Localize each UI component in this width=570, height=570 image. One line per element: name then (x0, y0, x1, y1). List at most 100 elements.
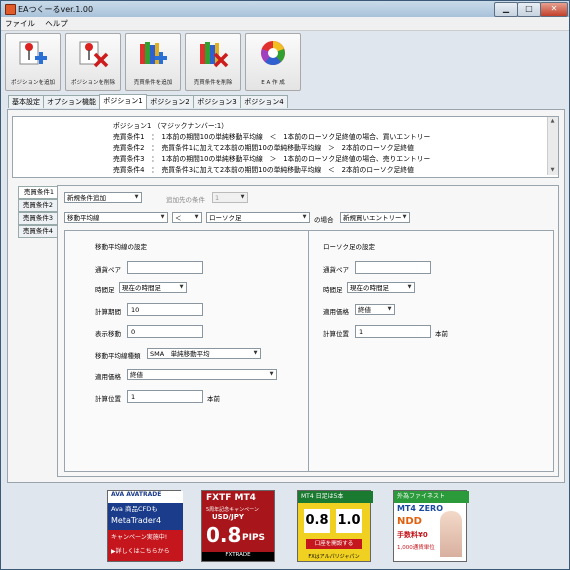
books-add-icon (140, 42, 167, 64)
ad-fxtf[interactable]: FXTF MT4 5周年記念キャンペーン USD/JPY 0.8 PIPS FX… (201, 490, 275, 562)
ma-type-value: SMA 単純移動平均 (150, 350, 210, 358)
add-condition-button[interactable]: 売買条件を追加 (125, 33, 181, 91)
position-label: 計算位置 (95, 395, 121, 403)
create-ea-button[interactable]: E A 作 成 (245, 33, 301, 91)
ad-line: MT4 ZERO (397, 504, 443, 513)
left-pair-input[interactable] (127, 261, 203, 274)
add-position-label: ポジションを追加 (10, 80, 55, 86)
delete-position-label: ポジションを削除 (70, 80, 115, 86)
right-settings-panel: ローソク足の設定 通貨ペア 時間足 現在の時間足 ▼ 適用価格 終値 ▼ 計算位… (308, 230, 554, 472)
tab-position-1[interactable]: ポジション1 (99, 94, 147, 109)
side-tab-condition-1[interactable]: 売買条件1 (18, 186, 59, 199)
ma-type-label: 移動平均線種類 (95, 352, 141, 360)
close-button[interactable]: ✕ (540, 2, 568, 17)
add-position-button[interactable]: ポジションを追加 (5, 33, 61, 91)
side-tab-condition-2[interactable]: 売買条件2 (18, 199, 58, 212)
menu-file[interactable]: ファイル (1, 17, 39, 30)
ad-alpari[interactable]: MT4 日足は5本 0.8 1.0 口座を開設する FXはアルパリジャパン (297, 490, 373, 562)
ad-line: FXはアルパリジャパン (308, 554, 360, 560)
scrollbar[interactable]: ▲ ▼ (547, 117, 558, 175)
ad-line: ▶詳しくはこちらから (108, 546, 183, 561)
condition-summary[interactable]: ポジション1 （マジックナンバー:1） 売買条件1 ： 1本前の期間10の単純移… (12, 116, 559, 178)
summary-line: 売買条件3 ： 1本前の期間10の単純移動平均線 ＞ 1本前のローソク足終値の場… (113, 155, 431, 163)
chevron-down-icon: ▼ (194, 214, 199, 220)
toolbar: ポジションを追加 ポジションを削除 売買条件を追加 売買条件を削除 E A 作 … (5, 33, 567, 93)
price-label: 適用価格 (323, 308, 349, 316)
ad-line: Ava 商品CFDも (108, 503, 183, 516)
condition-type-select[interactable]: 新規条件追加 ▼ (64, 192, 142, 203)
create-ea-label: E A 作 成 (261, 80, 285, 86)
tab-position-4[interactable]: ポジション4 (240, 95, 288, 108)
scroll-up-icon[interactable]: ▲ (549, 118, 556, 125)
tab-options[interactable]: オプション機能 (43, 95, 100, 108)
ad-line: FXTRADE (202, 552, 274, 561)
action-value: 新規買いエントリー (343, 214, 402, 222)
left-timeframe-value: 現在の時間足 (122, 284, 161, 292)
left-settings-panel: 移動平均線の設定 通貨ペア 時間足 現在の時間足 ▼ 計算期間 10 表示移動 … (64, 230, 310, 472)
menu-help[interactable]: ヘルプ (41, 17, 72, 30)
right-indicator-select[interactable]: ローソク足 ▼ (206, 212, 310, 223)
left-shift-input[interactable]: 0 (127, 325, 203, 338)
left-settings-title: 移動平均線の設定 (95, 243, 147, 251)
ad-line: NDD (397, 516, 422, 527)
maximize-button[interactable]: □ (517, 2, 541, 17)
app-window: EAつくーるver.1.00 ▁ □ ✕ ファイル ヘルプ ポジションを追加 ポ… (0, 0, 570, 570)
period-label: 計算期間 (95, 308, 121, 316)
condition-panel: 新規条件追加 ▼ 追加先の条件 1 ▼ 移動平均線 ▼ ＜ ▼ ローソク足 ▼ … (57, 185, 559, 477)
pin-add-icon (19, 41, 47, 65)
position-unit: 本前 (435, 330, 448, 338)
timeframe-label: 時間足 (95, 286, 115, 294)
pin-delete-icon (79, 41, 109, 68)
chevron-down-icon: ▼ (269, 371, 274, 377)
left-period-input[interactable]: 10 (127, 303, 203, 316)
target-condition-select[interactable]: 1 ▼ (212, 192, 248, 203)
position-label: 計算位置 (323, 330, 349, 338)
right-timeframe-select[interactable]: 現在の時間足 ▼ (347, 282, 415, 293)
left-price-select[interactable]: 終値 ▼ (127, 369, 277, 380)
ma-type-select[interactable]: SMA 単純移動平均 ▼ (147, 348, 261, 359)
ad-line: PIPS (242, 533, 266, 543)
tab-position-2[interactable]: ポジション2 (146, 95, 194, 108)
title-bar[interactable]: EAつくーるver.1.00 ▁ □ ✕ (1, 1, 569, 17)
action-select[interactable]: 新規買いエントリー ▼ (340, 212, 410, 223)
right-position-input[interactable]: 1 (355, 325, 431, 338)
side-tab-condition-4[interactable]: 売買条件4 (18, 225, 58, 238)
left-position-input[interactable]: 1 (127, 390, 203, 403)
right-price-value: 終値 (358, 306, 371, 314)
right-pair-input[interactable] (355, 261, 431, 274)
ad-line: 0.8 (206, 523, 242, 547)
ad-avatrade[interactable]: AVA AVATRADE Ava 商品CFDも MetaTrader4 キャンペ… (107, 490, 183, 562)
ad-line: キャンペーン実施中! (108, 530, 183, 546)
chevron-down-icon: ▼ (253, 350, 258, 356)
delete-condition-label: 売買条件を削除 (193, 80, 233, 86)
right-indicator-value: ローソク足 (209, 214, 242, 222)
delete-position-button[interactable]: ポジションを削除 (65, 33, 121, 91)
shift-label: 表示移動 (95, 330, 121, 338)
left-timeframe-select[interactable]: 現在の時間足 ▼ (119, 282, 187, 293)
menu-bar: ファイル ヘルプ (1, 17, 569, 31)
ad-model-image (440, 511, 462, 557)
delete-condition-button[interactable]: 売買条件を削除 (185, 33, 241, 91)
add-condition-label: 売買条件を追加 (133, 80, 173, 86)
tab-basic-settings[interactable]: 基本設定 (8, 95, 44, 108)
ad-line: USD/JPY (212, 513, 244, 521)
side-tab-condition-3[interactable]: 売買条件3 (18, 212, 58, 225)
window-title: EAつくーるver.1.00 (18, 5, 94, 14)
ad-line: AVA AVATRADE (108, 491, 183, 503)
ad-line: 外為ファイネスト (394, 491, 469, 503)
summary-line: ポジション1 （マジックナンバー:1） (113, 122, 229, 130)
timeframe-label: 時間足 (323, 286, 343, 294)
left-indicator-select[interactable]: 移動平均線 ▼ (64, 212, 168, 223)
tab-position-3[interactable]: ポジション3 (193, 95, 241, 108)
scroll-down-icon[interactable]: ▼ (549, 167, 556, 174)
pair-label: 通貨ペア (95, 266, 121, 274)
app-icon (5, 4, 16, 15)
ad-finest[interactable]: 外為ファイネスト MT4 ZERO NDD 手数料¥0 1,000通貨単位 (393, 490, 469, 562)
ad-line: MetaTrader4 (108, 516, 183, 530)
minimize-button[interactable]: ▁ (494, 2, 518, 17)
target-condition-value: 1 (215, 194, 220, 202)
operator-select[interactable]: ＜ ▼ (172, 212, 202, 223)
chevron-down-icon: ▼ (134, 194, 139, 200)
right-price-select[interactable]: 終値 ▼ (355, 304, 395, 315)
chevron-down-icon: ▼ (240, 194, 245, 200)
